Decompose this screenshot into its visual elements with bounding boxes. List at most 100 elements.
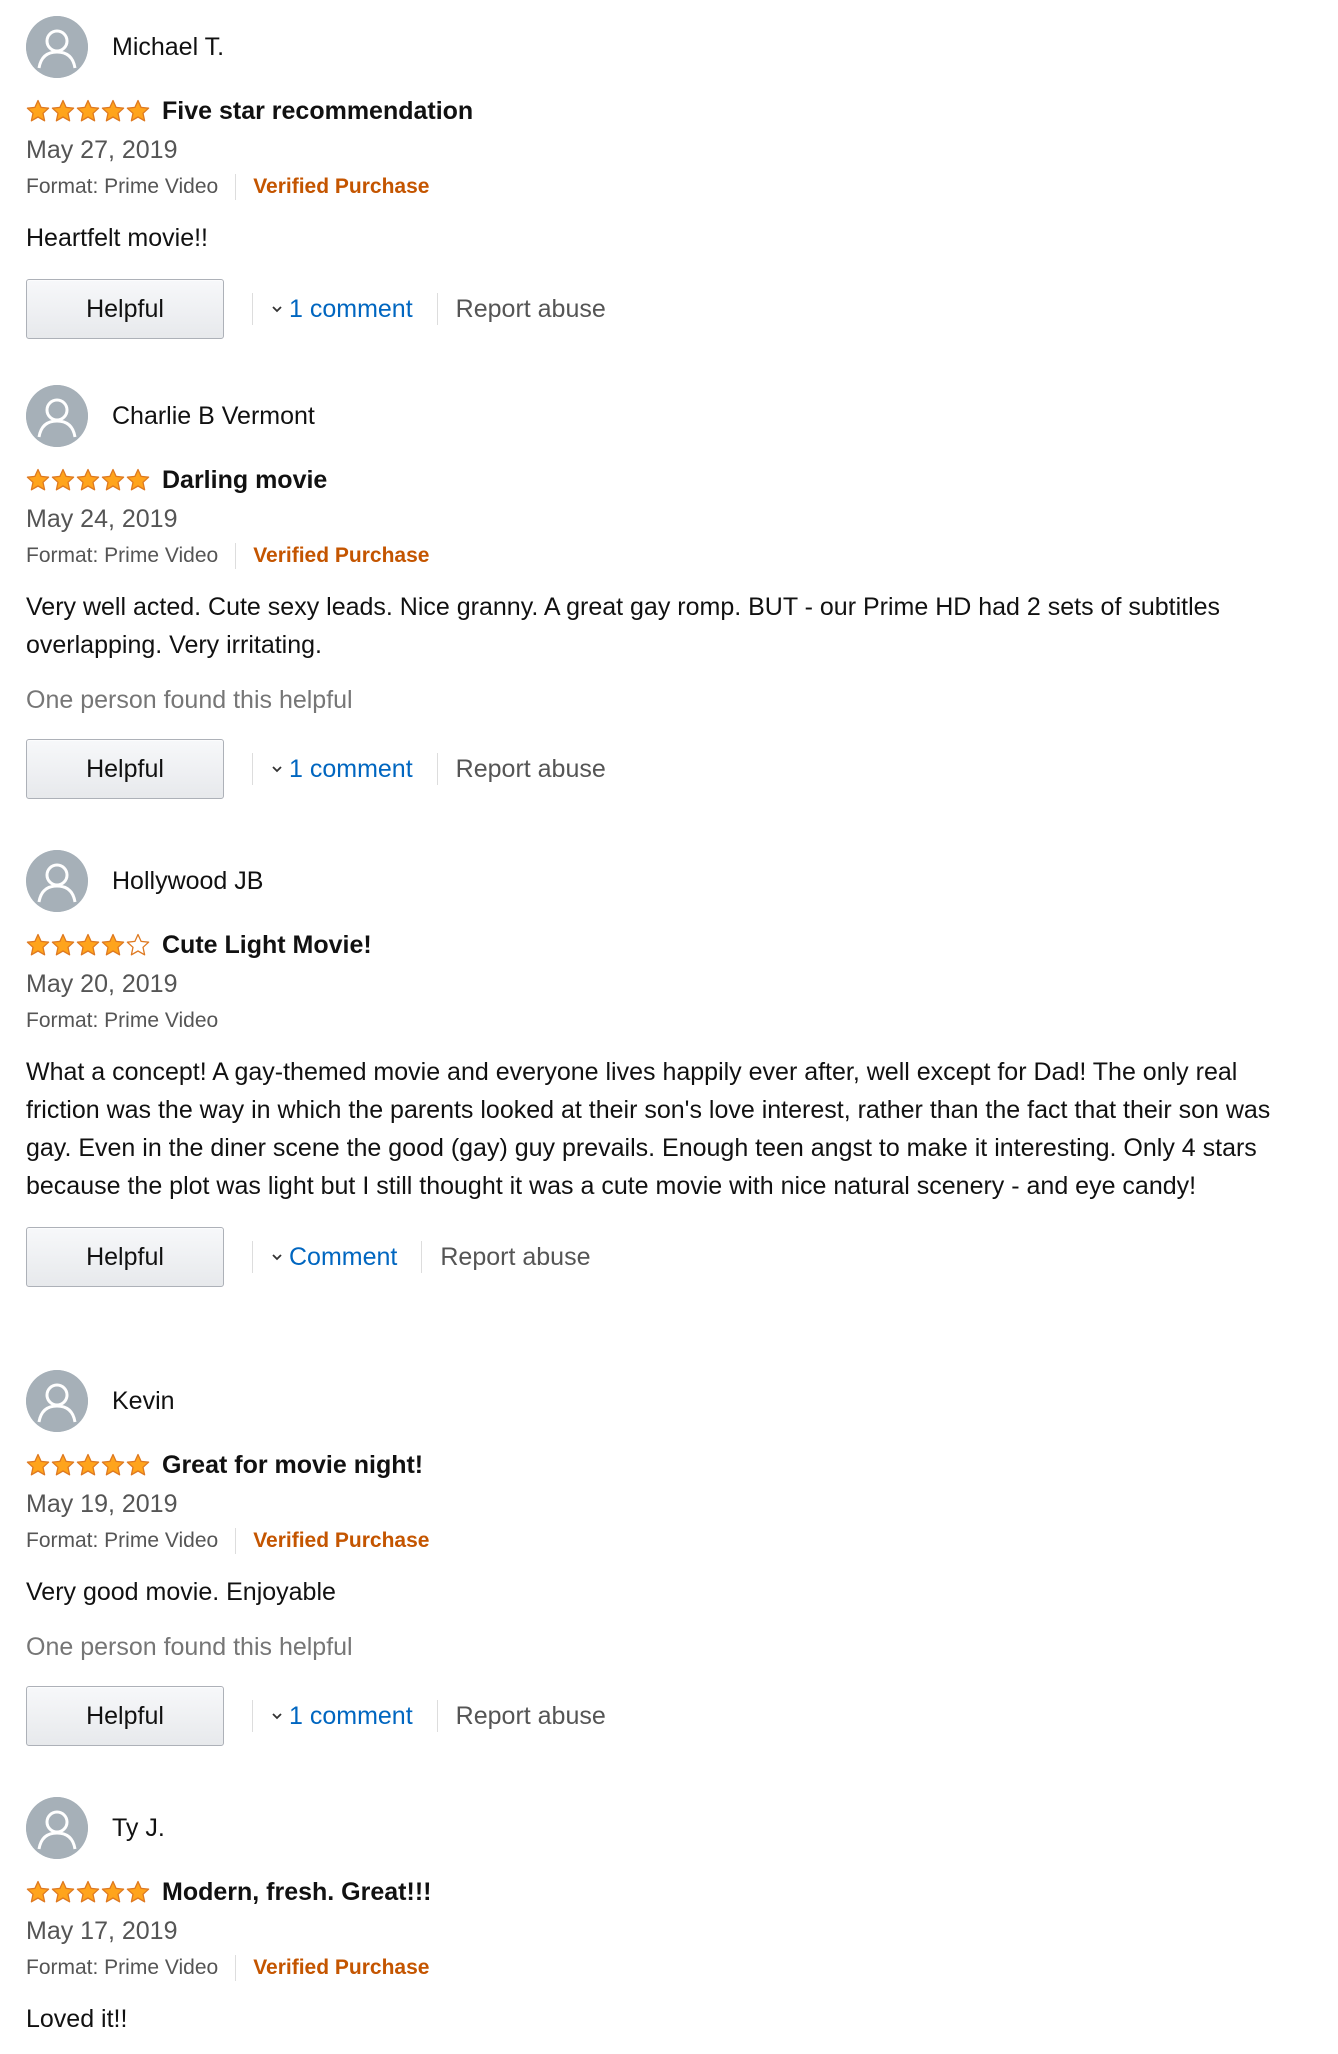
reviewer-name[interactable]: Michael T. — [112, 33, 224, 62]
comment-link[interactable]: 1 comment — [271, 1702, 413, 1731]
star-filled-icon — [101, 1880, 125, 1904]
star-filled-icon — [101, 468, 125, 492]
reviewer-profile[interactable]: Hollywood JB — [26, 850, 1316, 912]
review: Charlie B Vermont Darling movie May 24, … — [26, 385, 1316, 800]
review: Kevin Great for movie night! May 19, 201… — [26, 1370, 1316, 1747]
reviewer-name[interactable]: Ty J. — [112, 1814, 165, 1843]
helpful-button[interactable]: Helpful — [26, 279, 224, 339]
star-filled-icon — [101, 1453, 125, 1477]
report-abuse-link[interactable]: Report abuse — [456, 755, 606, 784]
verified-purchase-badge[interactable]: Verified Purchase — [253, 1529, 429, 1553]
star-filled-icon — [51, 1880, 75, 1904]
reviewer-name[interactable]: Kevin — [112, 1387, 175, 1416]
format-label[interactable]: Format: Prime Video — [26, 544, 218, 568]
star-filled-icon — [126, 468, 150, 492]
review-title-row: Modern, fresh. Great!!! — [26, 1874, 1316, 1910]
comment-link[interactable]: 1 comment — [271, 755, 413, 784]
avatar-icon — [26, 850, 88, 912]
review-actions: Helpful 1 comment Report abuse — [26, 738, 1316, 800]
star-filled-icon — [76, 99, 100, 123]
review-title[interactable]: Great for movie night! — [162, 1451, 423, 1480]
review-title-row: Cute Light Movie! — [26, 927, 1316, 963]
format-label[interactable]: Format: Prime Video — [26, 175, 218, 199]
star-filled-icon — [126, 99, 150, 123]
format-label[interactable]: Format: Prime Video — [26, 1529, 218, 1553]
helpful-button[interactable]: Helpful — [26, 1227, 224, 1287]
reviewer-profile[interactable]: Kevin — [26, 1370, 1316, 1432]
review-date: May 27, 2019 — [26, 136, 178, 164]
review: Ty J. Modern, fresh. Great!!! May 17, 20… — [26, 1797, 1316, 2038]
review-actions: Helpful Comment Report abuse — [26, 1226, 1316, 1288]
comment-label: 1 comment — [289, 294, 413, 323]
format-label[interactable]: Format: Prime Video — [26, 1009, 218, 1033]
divider — [436, 1700, 438, 1732]
report-abuse-link[interactable]: Report abuse — [440, 1243, 590, 1272]
helpful-count: One person found this helpful — [26, 686, 353, 714]
comment-label: Comment — [289, 1242, 398, 1271]
review-title[interactable]: Modern, fresh. Great!!! — [162, 1878, 431, 1907]
star-filled-icon — [26, 1880, 50, 1904]
format-row: Format: Prime Video Verified Purchase — [26, 541, 1316, 571]
review-date: May 17, 2019 — [26, 1917, 178, 1945]
review-date: May 20, 2019 — [26, 970, 178, 998]
comment-link[interactable]: Comment — [271, 1243, 397, 1272]
star-empty-icon — [126, 933, 150, 957]
helpful-button[interactable]: Helpful — [26, 1686, 224, 1746]
divider — [421, 1241, 423, 1273]
star-filled-icon — [51, 99, 75, 123]
star-rating[interactable] — [26, 1880, 150, 1904]
star-filled-icon — [26, 468, 50, 492]
review-body: Very well acted. Cute sexy leads. Nice g… — [26, 593, 1221, 659]
reviewer-profile[interactable]: Ty J. — [26, 1797, 1316, 1859]
avatar-icon — [26, 1797, 88, 1859]
reviewer-name[interactable]: Charlie B Vermont — [112, 402, 315, 431]
review-title-row: Five star recommendation — [26, 93, 1316, 129]
avatar-icon — [26, 385, 88, 447]
star-filled-icon — [26, 933, 50, 957]
report-abuse-link[interactable]: Report abuse — [456, 1702, 606, 1731]
reviewer-profile[interactable]: Charlie B Vermont — [26, 385, 1316, 447]
divider — [235, 174, 237, 200]
star-filled-icon — [26, 99, 50, 123]
comment-link[interactable]: 1 comment — [271, 295, 413, 324]
chevron-down-icon — [271, 304, 283, 314]
review-body: What a concept! A gay-themed movie and e… — [26, 1058, 1271, 1200]
helpful-button[interactable]: Helpful — [26, 739, 224, 799]
star-rating[interactable] — [26, 99, 150, 123]
star-rating[interactable] — [26, 1453, 150, 1477]
chevron-down-icon — [271, 1252, 283, 1262]
verified-purchase-badge[interactable]: Verified Purchase — [253, 1956, 429, 1980]
verified-purchase-badge[interactable]: Verified Purchase — [253, 544, 429, 568]
star-filled-icon — [76, 468, 100, 492]
star-filled-icon — [126, 1880, 150, 1904]
review-actions: Helpful 1 comment Report abuse — [26, 1685, 1316, 1747]
divider — [436, 293, 438, 325]
review-title[interactable]: Five star recommendation — [162, 97, 473, 126]
report-abuse-link[interactable]: Report abuse — [456, 295, 606, 324]
divider — [252, 1241, 253, 1273]
review-title[interactable]: Darling movie — [162, 466, 327, 495]
chevron-down-icon — [271, 1711, 283, 1721]
review-title[interactable]: Cute Light Movie! — [162, 931, 372, 960]
star-rating[interactable] — [26, 933, 150, 957]
avatar-icon — [26, 1370, 88, 1432]
format-row: Format: Prime Video Verified Purchase — [26, 1526, 1316, 1556]
divider — [235, 1528, 237, 1554]
review-body: Heartfelt movie!! — [26, 224, 209, 252]
star-filled-icon — [126, 1453, 150, 1477]
star-filled-icon — [76, 933, 100, 957]
reviewer-profile[interactable]: Michael T. — [26, 16, 1316, 78]
star-filled-icon — [51, 1453, 75, 1477]
review: Hollywood JB Cute Light Movie! May 20, 2… — [26, 850, 1316, 1288]
verified-purchase-badge[interactable]: Verified Purchase — [253, 175, 429, 199]
review: Michael T. Five star recommendation May … — [26, 16, 1316, 340]
reviewer-name[interactable]: Hollywood JB — [112, 867, 263, 896]
format-label[interactable]: Format: Prime Video — [26, 1956, 218, 1980]
star-filled-icon — [26, 1453, 50, 1477]
comment-label: 1 comment — [289, 1701, 413, 1730]
helpful-count: One person found this helpful — [26, 1633, 353, 1661]
star-rating[interactable] — [26, 468, 150, 492]
review-title-row: Darling movie — [26, 462, 1316, 498]
chevron-down-icon — [271, 764, 283, 774]
comment-label: 1 comment — [289, 754, 413, 783]
